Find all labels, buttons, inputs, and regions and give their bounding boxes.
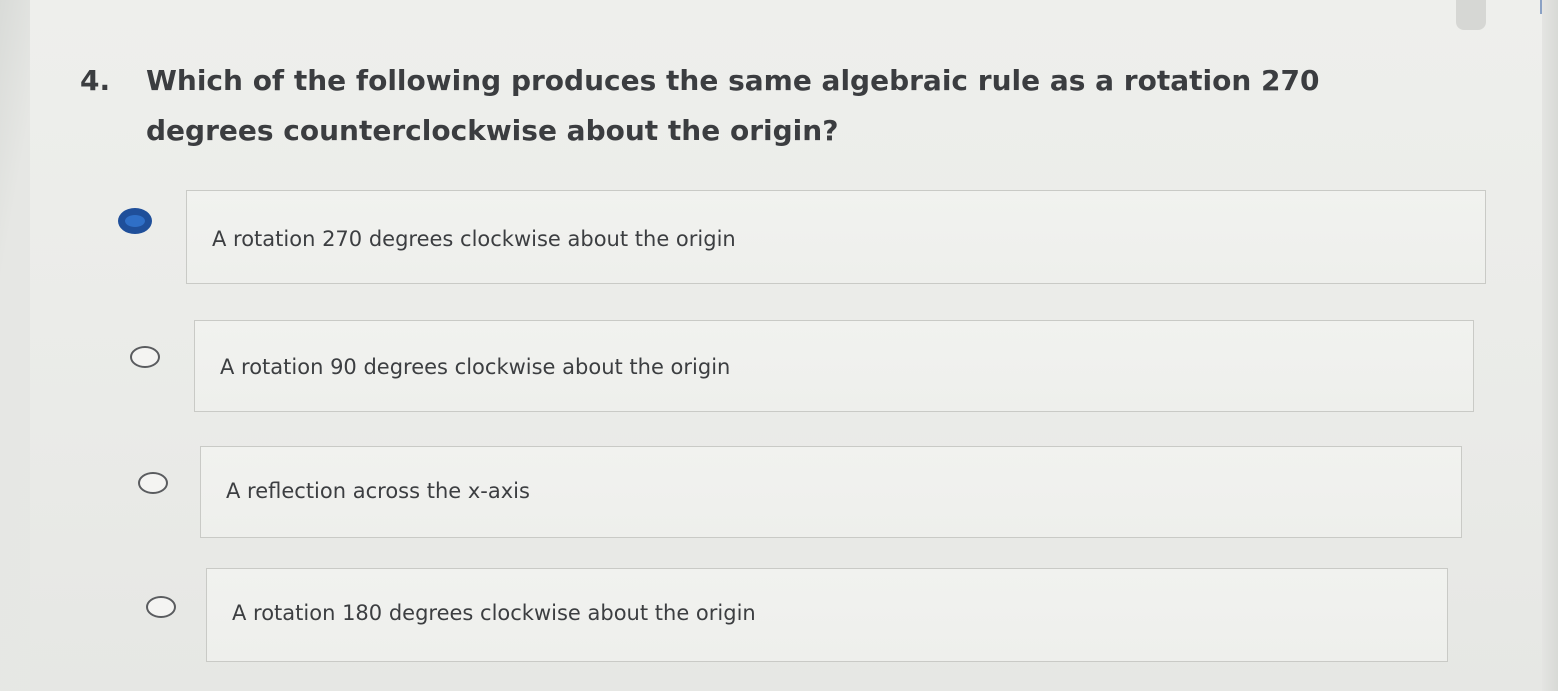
radio-button-selected[interactable] [118, 208, 152, 234]
quiz-page: 4. Which of the following produces the s… [30, 0, 1558, 691]
question-number: 4. [80, 64, 111, 97]
scrollbar-thumb[interactable] [1456, 0, 1486, 30]
answer-choice-text: A rotation 270 degrees clockwise about t… [212, 227, 736, 251]
answer-choice-box[interactable]: A rotation 180 degrees clockwise about t… [206, 568, 1448, 662]
radio-button[interactable] [138, 472, 168, 494]
answer-choice-text: A rotation 90 degrees clockwise about th… [220, 355, 731, 379]
answer-choice-box[interactable]: A rotation 90 degrees clockwise about th… [194, 320, 1474, 412]
answer-choice-box[interactable]: A rotation 270 degrees clockwise about t… [186, 190, 1486, 284]
answer-choice-text: A rotation 180 degrees clockwise about t… [232, 601, 756, 625]
answer-choice-box[interactable]: A reflection across the x-axis [200, 446, 1462, 538]
answer-choice-text: A reflection across the x-axis [226, 479, 530, 503]
radio-button[interactable] [146, 596, 176, 618]
screen-edge [1542, 0, 1558, 691]
question-text: Which of the following produces the same… [146, 64, 1320, 147]
radio-button[interactable] [130, 346, 160, 368]
